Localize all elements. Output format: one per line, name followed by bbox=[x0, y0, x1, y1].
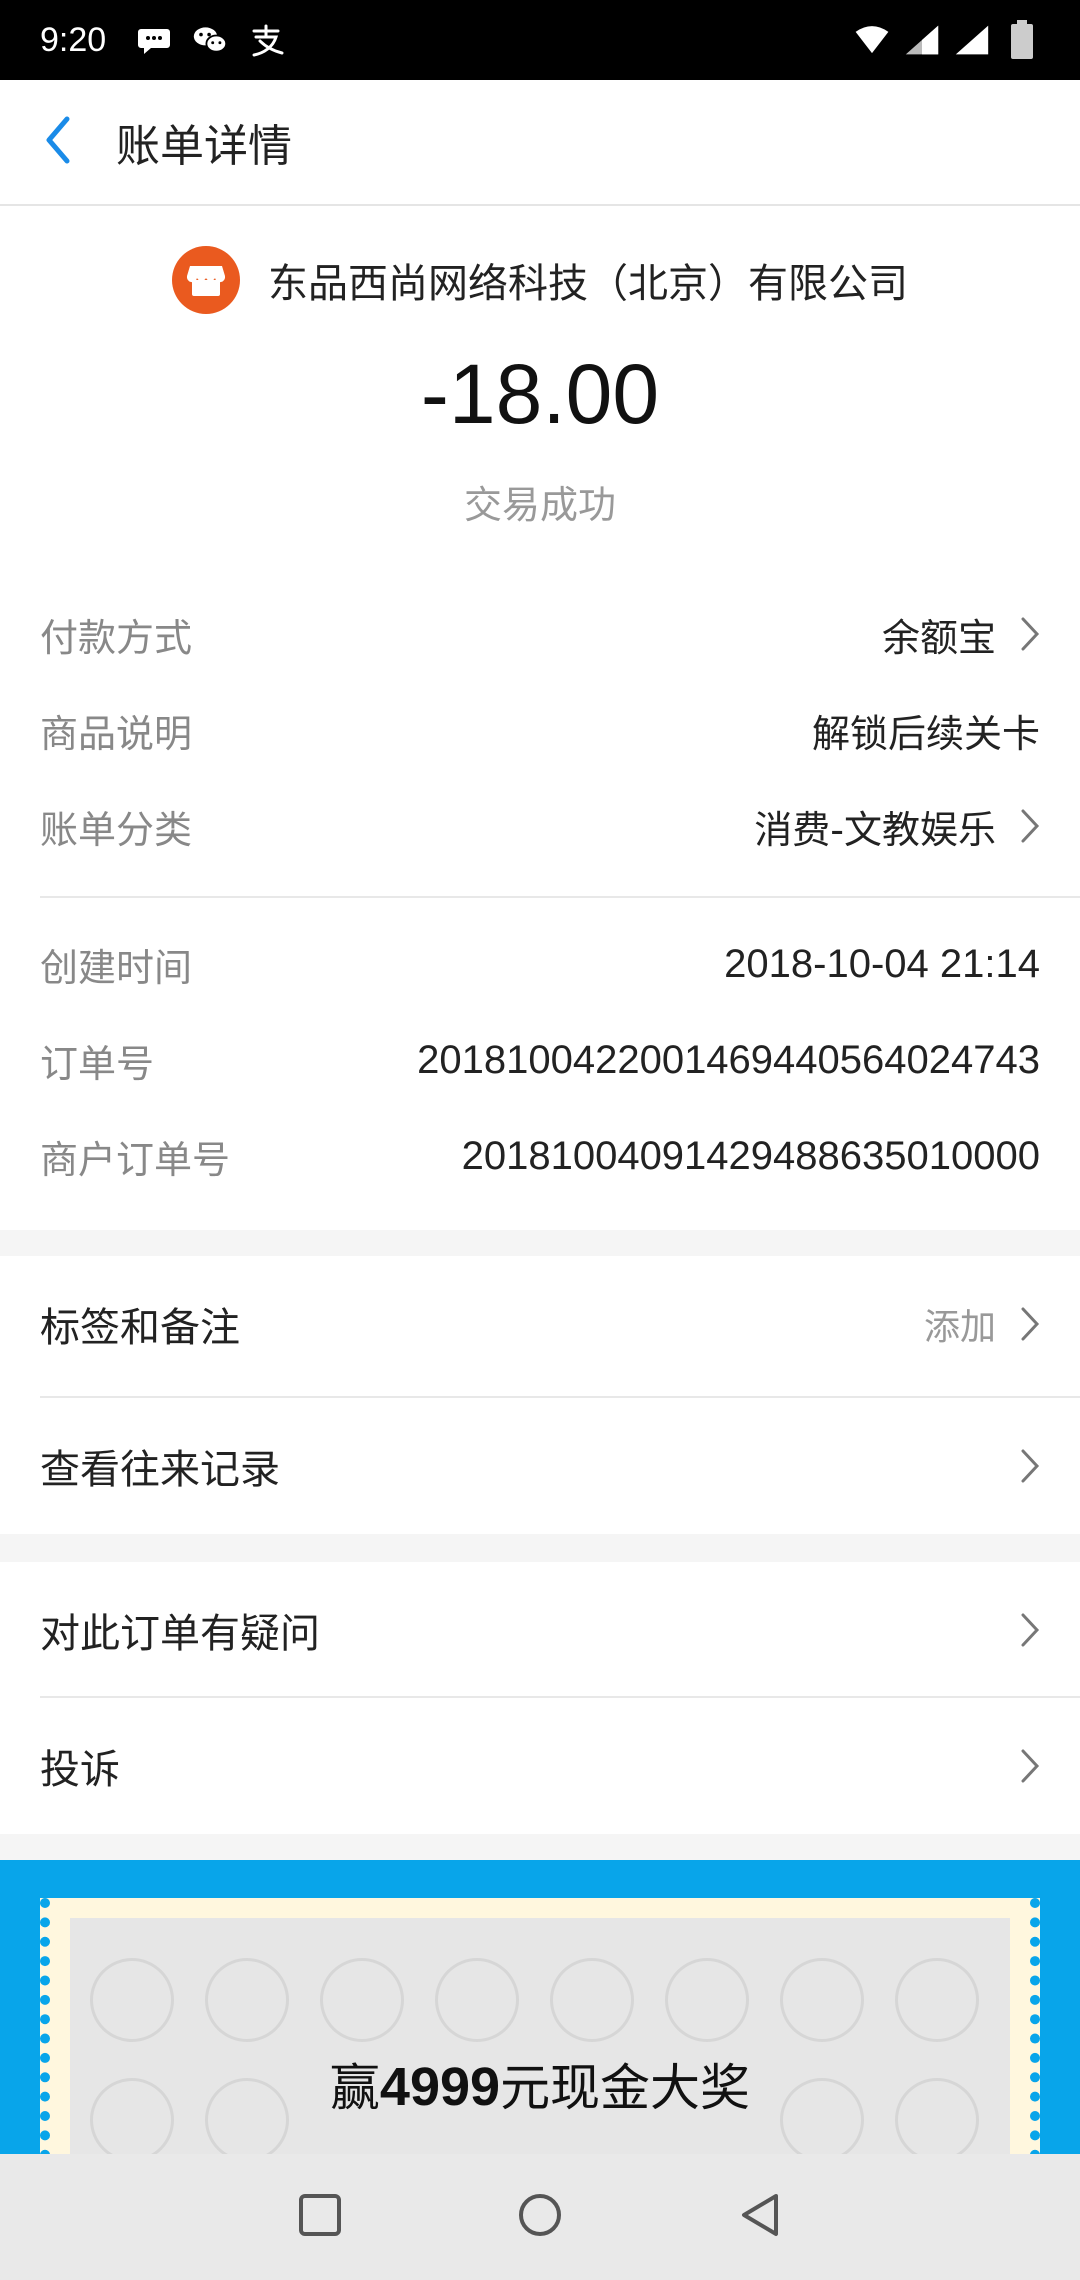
question-label: 对此订单有疑问 bbox=[40, 1611, 320, 1657]
signal-icon bbox=[954, 22, 990, 58]
watermark-icon bbox=[320, 1958, 404, 2042]
detail-value: 解锁后续关卡 bbox=[811, 711, 1040, 756]
bill-category-row[interactable]: 账单分类 消费-文教娱乐 bbox=[0, 778, 1080, 874]
watermark-icon bbox=[90, 1958, 174, 2042]
watermark-icon bbox=[435, 1958, 519, 2042]
detail-value: 2018-10-04 21:14 bbox=[724, 941, 1040, 986]
chevron-right-icon bbox=[1010, 1304, 1040, 1344]
promo-card: 赢4999元现金大奖 bbox=[70, 1918, 1010, 2160]
watermark-icon bbox=[895, 1958, 979, 2042]
status-time: 9:20 bbox=[40, 20, 107, 59]
app-header: 账单详情 bbox=[0, 80, 1080, 206]
view-history-row[interactable]: 查看往来记录 bbox=[0, 1398, 1080, 1534]
tags-and-notes-row[interactable]: 标签和备注 添加 bbox=[0, 1256, 1080, 1392]
transaction-amount: -18.00 bbox=[420, 347, 660, 441]
merchant-name: 东品西尚网络科技（北京）有限公司 bbox=[268, 261, 908, 307]
recents-button[interactable] bbox=[290, 2187, 350, 2247]
chevron-right-icon bbox=[1010, 614, 1040, 654]
watermark-icon bbox=[780, 1958, 864, 2042]
detail-value: 2018100422001469440564024743 bbox=[417, 1037, 1040, 1082]
history-label: 查看往来记录 bbox=[40, 1447, 280, 1493]
promo-amount: 4999 bbox=[379, 2057, 501, 2117]
order-question-row[interactable]: 对此订单有疑问 bbox=[0, 1562, 1080, 1698]
wechat-message-icon bbox=[136, 22, 172, 58]
alipay-icon bbox=[248, 22, 284, 58]
add-tag-link: 添加 bbox=[923, 1307, 996, 1348]
watermark-icon bbox=[550, 1958, 634, 2042]
promo-suffix: 元现金大奖 bbox=[500, 2059, 751, 2117]
merchant-order-number-row: 商户订单号 20181004091429488635010000 bbox=[0, 1108, 1080, 1204]
detail-value: 消费-文教娱乐 bbox=[754, 807, 996, 852]
signal-icon bbox=[904, 22, 940, 58]
back-nav-button[interactable] bbox=[730, 2187, 790, 2247]
created-time-row: 创建时间 2018-10-04 21:14 bbox=[0, 916, 1080, 1012]
detail-label: 订单号 bbox=[40, 1041, 155, 1086]
order-number-row: 订单号 2018100422001469440564024743 bbox=[0, 1012, 1080, 1108]
recents-icon bbox=[298, 2193, 342, 2241]
back-button[interactable] bbox=[8, 79, 108, 205]
status-bar: 9:20 bbox=[0, 0, 1080, 80]
chevron-right-icon bbox=[1010, 1746, 1040, 1786]
chevron-right-icon bbox=[1010, 806, 1040, 846]
action-group-2: 对此订单有疑问 投诉 bbox=[0, 1562, 1080, 1834]
transaction-status: 交易成功 bbox=[463, 483, 616, 527]
wechat-icon bbox=[192, 22, 228, 58]
chevron-right-icon bbox=[1010, 1610, 1040, 1650]
back-icon bbox=[738, 2192, 782, 2242]
detail-label: 创建时间 bbox=[40, 945, 193, 990]
home-icon bbox=[517, 2192, 563, 2242]
bill-details: 付款方式 余额宝 商品说明 解锁后续关卡 账单分类 消费-文教娱乐 创建时间 2… bbox=[0, 560, 1080, 1230]
product-description-row: 商品说明 解锁后续关卡 bbox=[0, 682, 1080, 778]
detail-label: 付款方式 bbox=[40, 615, 193, 660]
detail-label: 商品说明 bbox=[40, 711, 193, 756]
divider bbox=[40, 896, 1080, 898]
promo-prefix: 赢 bbox=[329, 2059, 380, 2117]
detail-value: 余额宝 bbox=[881, 615, 996, 660]
watermark-icon bbox=[665, 1958, 749, 2042]
store-icon bbox=[172, 246, 240, 314]
detail-label: 账单分类 bbox=[40, 807, 193, 852]
promo-text: 赢4999元现金大奖 bbox=[70, 2048, 1010, 2120]
home-button[interactable] bbox=[510, 2187, 570, 2247]
detail-label: 商户订单号 bbox=[40, 1137, 231, 1182]
merchant-header: 东品西尚网络科技（北京）有限公司 bbox=[0, 246, 1080, 314]
page-title: 账单详情 bbox=[116, 121, 292, 172]
complain-row[interactable]: 投诉 bbox=[0, 1698, 1080, 1834]
detail-value: 20181004091429488635010000 bbox=[461, 1133, 1040, 1178]
action-group-1: 标签和备注 添加 查看往来记录 bbox=[0, 1256, 1080, 1534]
back-arrow-icon bbox=[43, 115, 73, 169]
promo-banner[interactable]: 赢4999元现金大奖 bbox=[0, 1860, 1080, 2160]
battery-icon bbox=[1004, 20, 1040, 59]
tags-label: 标签和备注 bbox=[40, 1305, 240, 1351]
watermark-icon bbox=[205, 1958, 289, 2042]
payment-method-row[interactable]: 付款方式 余额宝 bbox=[0, 586, 1080, 682]
complain-label: 投诉 bbox=[40, 1747, 120, 1793]
bill-summary: 东品西尚网络科技（北京）有限公司 -18.00 交易成功 bbox=[0, 206, 1080, 560]
chevron-right-icon bbox=[1010, 1446, 1040, 1486]
promo-ticket: 赢4999元现金大奖 bbox=[40, 1898, 1040, 2160]
wifi-icon bbox=[854, 22, 890, 58]
system-nav-bar bbox=[0, 2154, 1080, 2280]
